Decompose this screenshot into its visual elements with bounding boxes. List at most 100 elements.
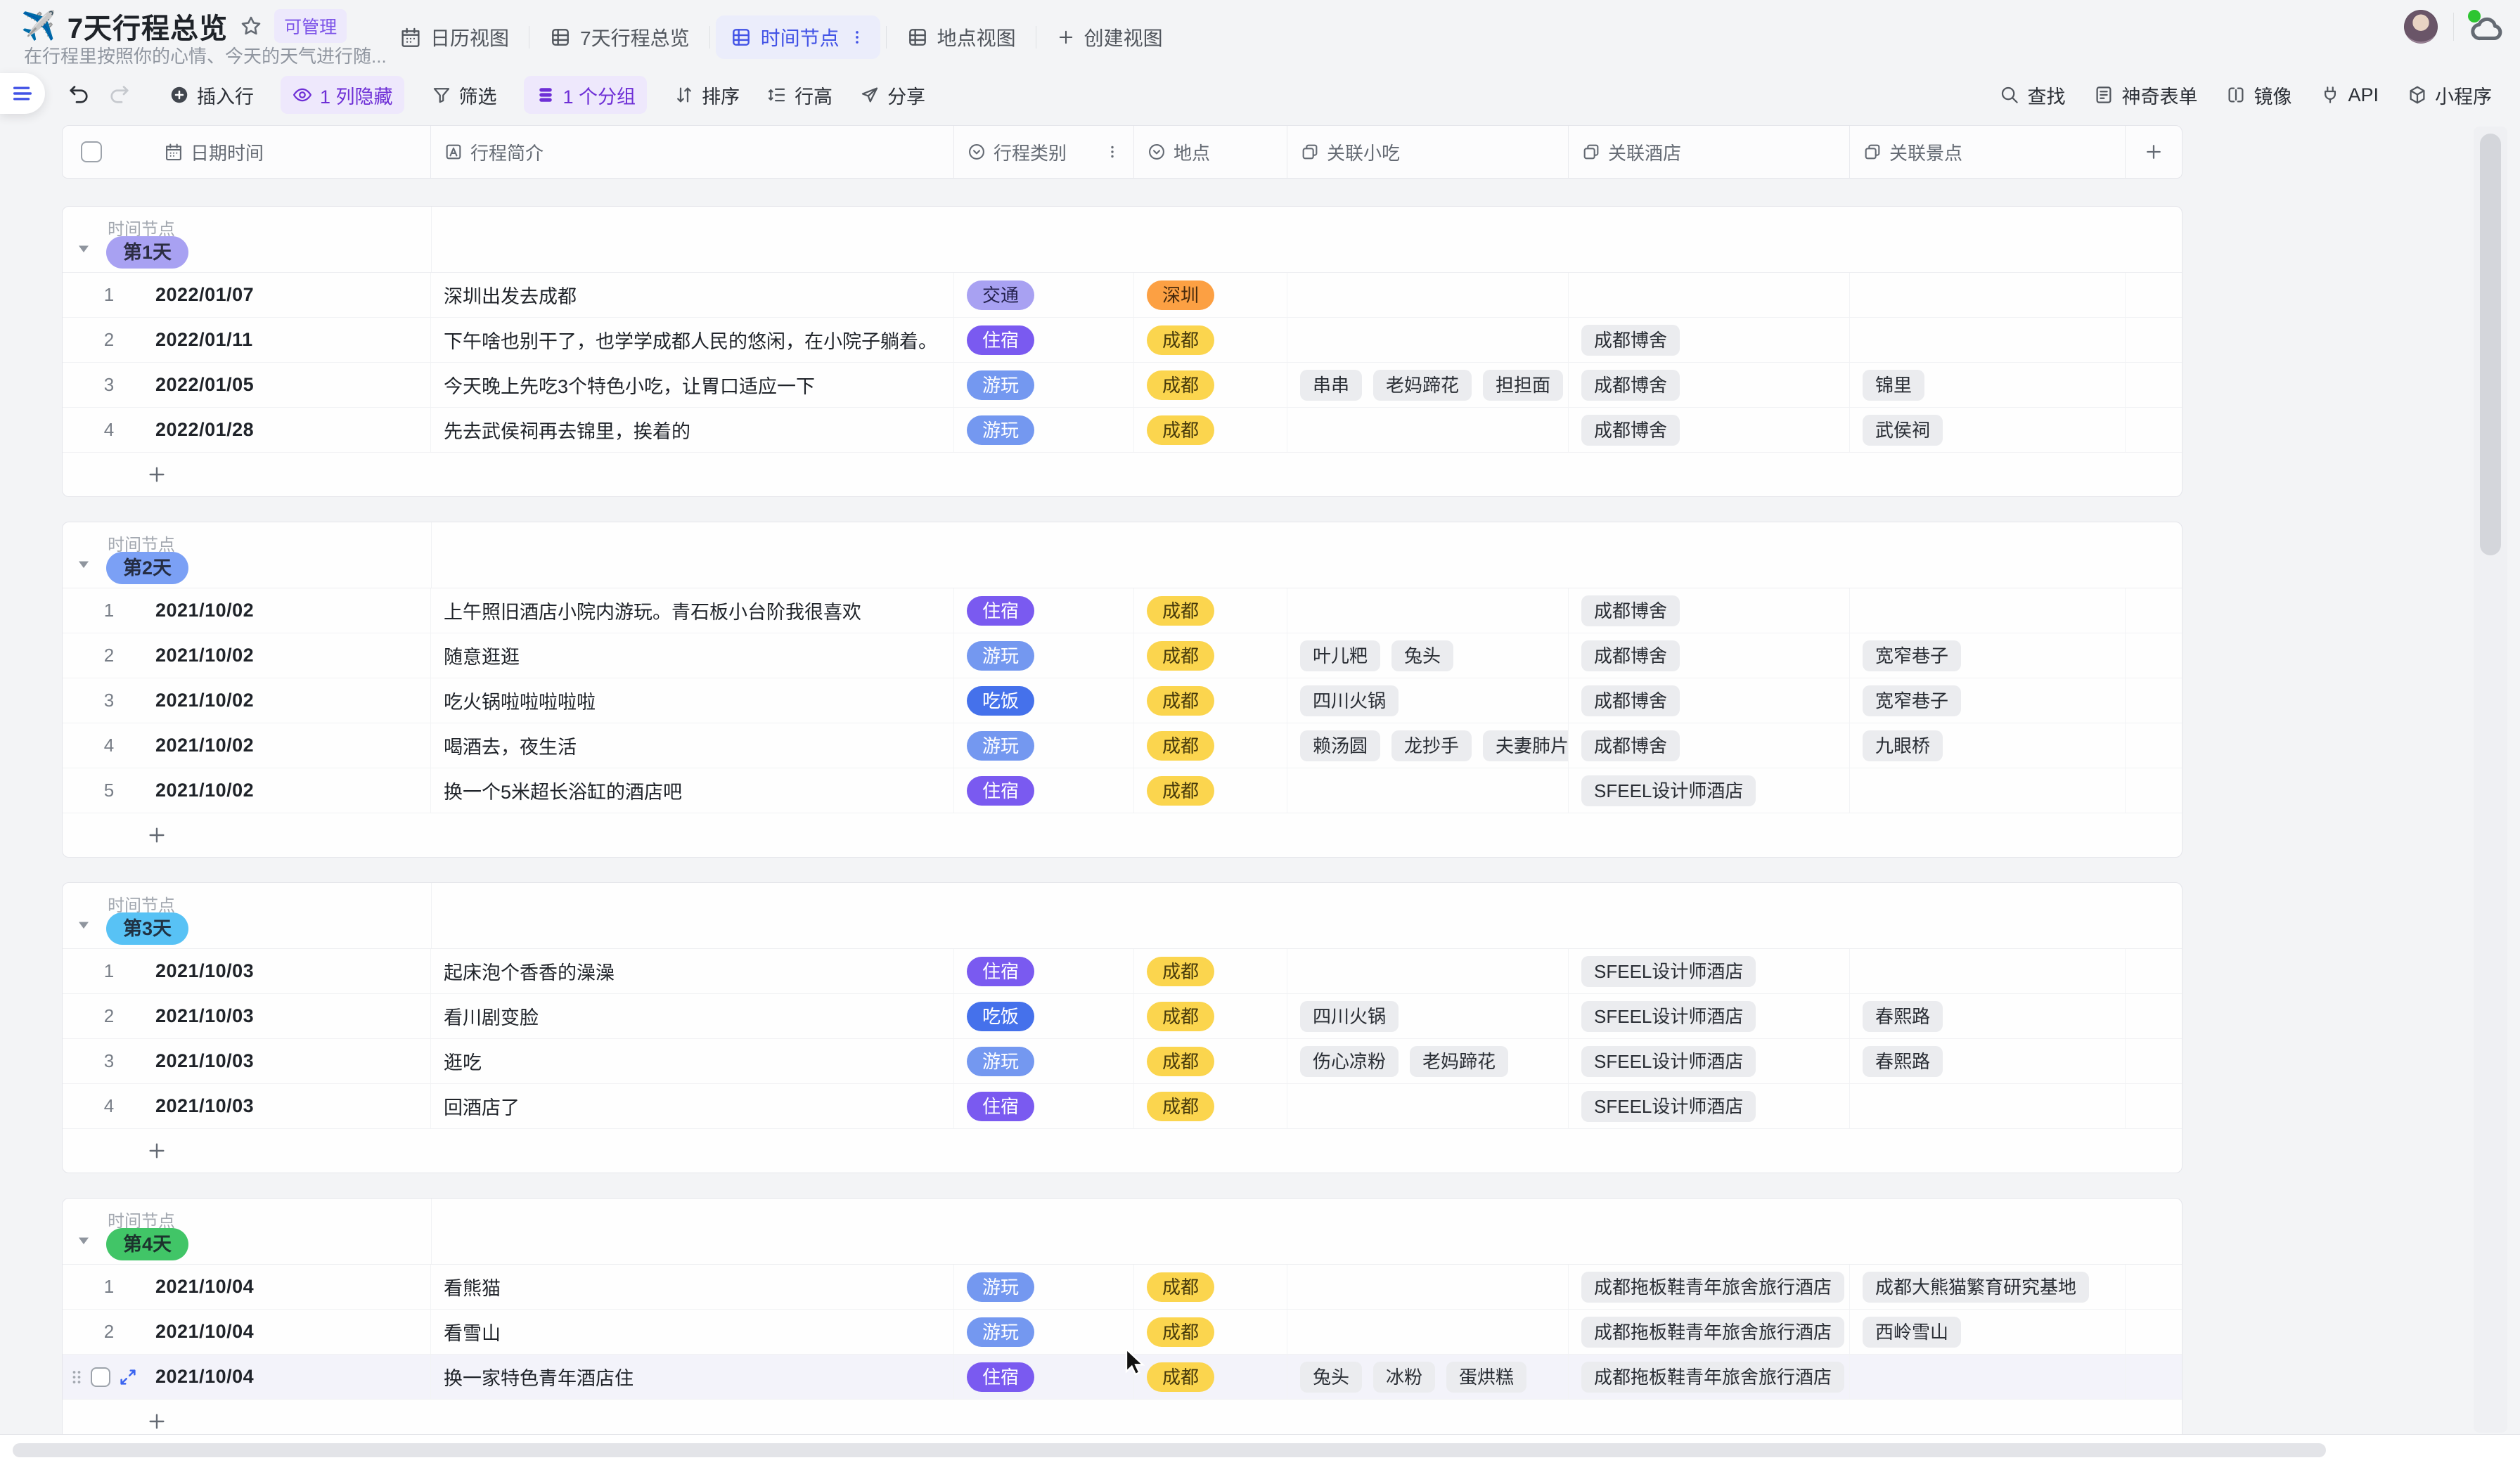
cell-place[interactable]: 成都	[1134, 949, 1287, 993]
cell-snacks[interactable]	[1287, 408, 1569, 452]
cell-extra[interactable]	[2126, 1310, 2182, 1354]
cell-place[interactable]: 成都	[1134, 318, 1287, 362]
cell-snacks[interactable]	[1287, 318, 1569, 362]
cell-desc[interactable]: 看雪山	[431, 1310, 954, 1354]
cell-hotels[interactable]: 成都博舍	[1569, 723, 1850, 768]
cell-type[interactable]: 游玩	[954, 408, 1134, 452]
cell-desc[interactable]: 换一个5米超长浴缸的酒店吧	[431, 768, 954, 813]
cell-extra[interactable]	[2126, 363, 2182, 407]
cell-date[interactable]: 52021/10/02	[63, 768, 431, 813]
cell-desc[interactable]: 回酒店了	[431, 1084, 954, 1128]
cell-scenics[interactable]: 春熙路	[1850, 994, 2126, 1038]
cell-place[interactable]: 深圳	[1134, 273, 1287, 317]
cell-desc[interactable]: 下午啥也别干了，也学学成都人民的悠闲，在小院子躺着。	[431, 318, 954, 362]
cell-place[interactable]: 成都	[1134, 363, 1287, 407]
avatar[interactable]	[2404, 10, 2438, 44]
cell-date[interactable]: 22022/01/11	[63, 318, 431, 362]
horizontal-scrollbar-thumb[interactable]	[13, 1443, 2326, 1457]
cell-date[interactable]: 22021/10/04	[63, 1310, 431, 1354]
cell-date[interactable]: 42021/10/03	[63, 1084, 431, 1128]
view-tab-4[interactable]: 地点视图	[892, 15, 1030, 59]
cell-place[interactable]: 成都	[1134, 723, 1287, 768]
cell-desc[interactable]: 吃火锅啦啦啦啦啦	[431, 678, 954, 723]
toolbar-cube-button[interactable]: 小程序	[2407, 76, 2492, 114]
cell-date[interactable]: 32021/10/02	[63, 678, 431, 723]
cell-scenics[interactable]: 春熙路	[1850, 1039, 2126, 1083]
toolbar-eye-button[interactable]: 1 列隐藏	[281, 76, 404, 114]
add-row-button[interactable]	[63, 1129, 2182, 1173]
toolbar-sort-button[interactable]: 排序	[674, 76, 740, 114]
cell-date[interactable]: 12021/10/04	[63, 1265, 431, 1309]
toolbar-api-button[interactable]: API	[2320, 76, 2379, 114]
cell-hotels[interactable]: 成都博舍	[1569, 363, 1850, 407]
cell-place[interactable]: 成都	[1134, 588, 1287, 633]
cell-type[interactable]: 住宿	[954, 1084, 1134, 1128]
cell-hotels[interactable]: SFEEL设计师酒店	[1569, 1084, 1850, 1128]
cell-scenics[interactable]	[1850, 273, 2126, 317]
cell-hotels[interactable]: 成都博舍	[1569, 318, 1850, 362]
cell-type[interactable]: 吃饭	[954, 678, 1134, 723]
cell-desc[interactable]: 喝酒去，夜生活	[431, 723, 954, 768]
cell-desc[interactable]: 今天晚上先吃3个特色小吃，让胃口适应一下	[431, 363, 954, 407]
cell-date[interactable]: 32021/10/03	[63, 1039, 431, 1083]
cell-extra[interactable]	[2126, 1084, 2182, 1128]
cell-extra[interactable]	[2126, 408, 2182, 452]
cell-extra[interactable]	[2126, 678, 2182, 723]
cell-snacks[interactable]: 叶儿粑兔头	[1287, 633, 1569, 678]
cell-snacks[interactable]: 兔头冰粉蛋烘糕	[1287, 1355, 1569, 1399]
cell-scenics[interactable]: 锦里	[1850, 363, 2126, 407]
header-cell-1[interactable]: 行程简介	[431, 126, 954, 178]
cell-extra[interactable]	[2126, 994, 2182, 1038]
cell-snacks[interactable]	[1287, 273, 1569, 317]
cell-hotels[interactable]	[1569, 273, 1850, 317]
toolbar-mirror-button[interactable]: 镜像	[2225, 76, 2291, 114]
cell-place[interactable]: 成都	[1134, 633, 1287, 678]
cell-snacks[interactable]: 串串老妈蹄花担担面	[1287, 363, 1569, 407]
cell-scenics[interactable]	[1850, 1355, 2126, 1399]
cell-hotels[interactable]: SFEEL设计师酒店	[1569, 994, 1850, 1038]
cell-place[interactable]: 成都	[1134, 768, 1287, 813]
cell-snacks[interactable]: 四川火锅	[1287, 994, 1569, 1038]
cell-desc[interactable]: 先去武侯祠再去锦里，挨着的	[431, 408, 954, 452]
cell-scenics[interactable]: 九眼桥	[1850, 723, 2126, 768]
cell-scenics[interactable]	[1850, 588, 2126, 633]
cell-hotels[interactable]: 成都拖板鞋青年旅舍旅行酒店	[1569, 1355, 1850, 1399]
column-menu-icon[interactable]	[1104, 143, 1121, 160]
cell-place[interactable]: 成都	[1134, 1265, 1287, 1309]
cell-place[interactable]: 成都	[1134, 1355, 1287, 1399]
cell-hotels[interactable]: SFEEL设计师酒店	[1569, 949, 1850, 993]
cell-date[interactable]: 22021/10/02	[63, 633, 431, 678]
cell-type[interactable]: 游玩	[954, 1039, 1134, 1083]
cell-scenics[interactable]: 成都大熊猫繁育研究基地	[1850, 1265, 2126, 1309]
cell-extra[interactable]	[2126, 768, 2182, 813]
cell-snacks[interactable]	[1287, 588, 1569, 633]
group-day-badge[interactable]: 第2天	[106, 552, 188, 584]
view-tab-3[interactable]: 时间节点	[716, 15, 880, 59]
cell-place[interactable]: 成都	[1134, 994, 1287, 1038]
cell-scenics[interactable]: 宽窄巷子	[1850, 678, 2126, 723]
collapse-caret-icon[interactable]	[75, 917, 92, 934]
add-row-button[interactable]	[63, 453, 2182, 496]
cell-type[interactable]: 住宿	[954, 1355, 1134, 1399]
cell-snacks[interactable]: 四川火锅	[1287, 678, 1569, 723]
cell-date[interactable]: 32022/01/05	[63, 363, 431, 407]
cell-hotels[interactable]: SFEEL设计师酒店	[1569, 768, 1850, 813]
horizontal-scrollbar[interactable]	[0, 1434, 2520, 1465]
cell-extra[interactable]	[2126, 588, 2182, 633]
cell-type[interactable]: 住宿	[954, 318, 1134, 362]
toolbar-funnel-button[interactable]: 筛选	[431, 76, 497, 114]
cell-date[interactable]: 12022/01/07	[63, 273, 431, 317]
cell-type[interactable]: 住宿	[954, 949, 1134, 993]
cell-desc[interactable]: 换一家特色青年酒店住	[431, 1355, 954, 1399]
cell-date[interactable]: 12021/10/02	[63, 588, 431, 633]
cell-desc[interactable]: 上午照旧酒店小院内游玩。青石板小台阶我很喜欢	[431, 588, 954, 633]
collapse-caret-icon[interactable]	[75, 556, 92, 573]
cell-type[interactable]: 吃饭	[954, 994, 1134, 1038]
header-cell-3[interactable]: 地点	[1134, 126, 1287, 178]
cell-type[interactable]: 游玩	[954, 363, 1134, 407]
cell-type[interactable]: 游玩	[954, 1310, 1134, 1354]
cell-place[interactable]: 成都	[1134, 1039, 1287, 1083]
cell-hotels[interactable]: SFEEL设计师酒店	[1569, 1039, 1850, 1083]
undo-button[interactable]	[66, 82, 91, 107]
redo-button[interactable]	[107, 82, 132, 107]
